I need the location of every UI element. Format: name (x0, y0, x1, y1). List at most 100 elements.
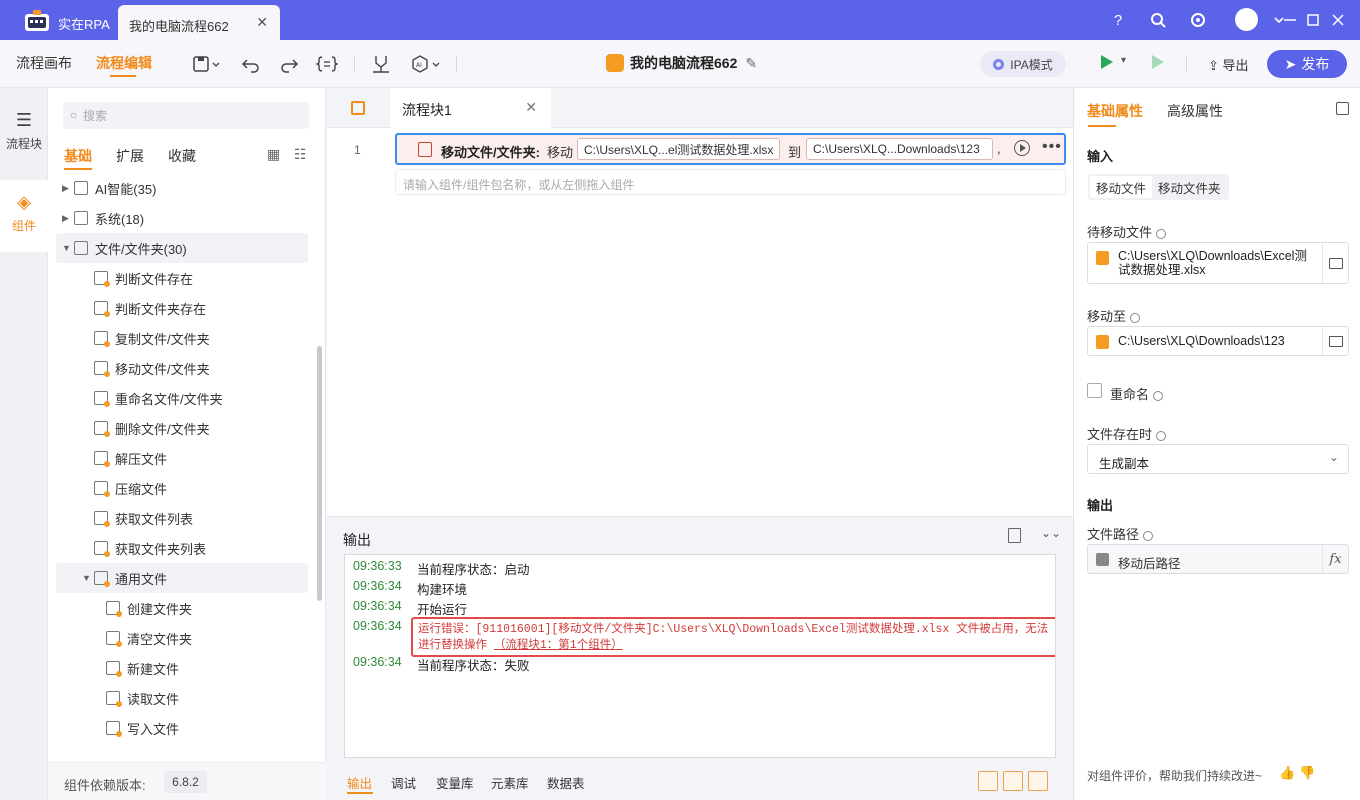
target-path-chip[interactable]: C:\Users\XLQ...Downloads\123 (806, 138, 993, 160)
tree-item[interactable]: 新建文件 (56, 653, 308, 683)
tree-item[interactable]: 解压文件 (56, 443, 308, 473)
window-close-icon[interactable] (1327, 9, 1349, 31)
edit-pencil-icon[interactable]: ✎ (745, 55, 757, 72)
tab-extend[interactable]: 扩展 (116, 146, 144, 166)
variable-icon[interactable] (316, 54, 338, 74)
tree-item[interactable]: 清空文件夹 (56, 623, 308, 653)
help-icon[interactable]: ? (1107, 9, 1129, 31)
tree-item[interactable]: ▶ AI智能(35) (56, 176, 308, 203)
tree-item[interactable]: 获取文件列表 (56, 503, 308, 533)
merge-icon[interactable] (371, 54, 391, 74)
tree-item[interactable]: 创建文件夹 (56, 593, 308, 623)
tree-item[interactable]: 移动文件/文件夹 (56, 353, 308, 383)
play-icon[interactable] (1014, 140, 1030, 156)
exists-select[interactable]: 生成副本 ⌄ (1087, 444, 1349, 474)
tree-item[interactable]: ▼ 通用文件 (56, 563, 308, 593)
scrollbar[interactable] (317, 346, 322, 601)
segment-move-folder[interactable]: 移动文件夹 (1152, 176, 1227, 198)
output-path-field[interactable]: 移动后路径 fx (1087, 544, 1349, 574)
thumbs-up-icon[interactable]: 👍 (1279, 765, 1295, 781)
flow-blocks-icon[interactable] (351, 101, 365, 115)
search-icon[interactable] (1147, 9, 1169, 31)
info-icon[interactable] (1130, 312, 1141, 323)
search-icon: ○ (70, 108, 78, 122)
tab-flow-canvas[interactable]: 流程画布 (16, 53, 72, 73)
layout-right-icon[interactable] (1028, 771, 1048, 791)
collapse-icon[interactable]: ⌄⌄ (1041, 526, 1061, 540)
formula-button[interactable]: fx (1322, 545, 1348, 573)
tab-flow-block-1[interactable]: 流程块1 ✕ (390, 88, 551, 128)
tab-basic-properties[interactable]: 基础属性 (1087, 101, 1143, 121)
rename-checkbox[interactable] (1087, 383, 1102, 398)
info-icon[interactable] (1143, 530, 1154, 541)
redo-icon[interactable] (279, 54, 299, 74)
info-icon[interactable] (1156, 228, 1167, 239)
dependency-version[interactable]: 6.8.2 (164, 771, 207, 793)
expand-arrow-icon[interactable]: ▶ (62, 183, 74, 194)
tab-debug[interactable]: 调试 (391, 773, 416, 792)
step-run-icon[interactable] (1152, 55, 1164, 69)
tab-variables[interactable]: 变量库 (436, 773, 474, 792)
ai-icon[interactable]: AI (410, 54, 442, 74)
layout-left-icon[interactable] (978, 771, 998, 791)
source-path-chip[interactable]: C:\Users\XLQ...el测试数据处理.xlsx (577, 138, 780, 160)
panel-toggle-icon[interactable] (1336, 102, 1349, 115)
component-drop-input[interactable]: 请输入组件/组件包名称，或从左侧拖入组件 (395, 169, 1066, 195)
layout-bottom-icon[interactable] (1003, 771, 1023, 791)
avatar[interactable] (1235, 8, 1258, 31)
expand-arrow-icon[interactable]: ▼ (82, 573, 94, 583)
segment-move-file[interactable]: 移动文件 (1090, 176, 1153, 198)
error-location-link[interactable]: （流程块1：第1个组件） (494, 639, 623, 652)
info-icon[interactable] (1156, 430, 1167, 441)
run-icon[interactable] (1101, 55, 1113, 69)
tree-item[interactable]: 压缩文件 (56, 473, 308, 503)
more-icon[interactable]: ••• (1042, 138, 1062, 156)
close-icon[interactable]: ✕ (525, 99, 537, 116)
undo-icon[interactable] (241, 54, 261, 74)
tab-favorites[interactable]: 收藏 (168, 146, 196, 166)
expand-arrow-icon[interactable]: ▶ (62, 213, 74, 224)
tree-item[interactable]: 复制文件/文件夹 (56, 323, 308, 353)
publish-button[interactable]: ➤ 发布 (1267, 50, 1347, 78)
thumbs-down-icon[interactable]: 👎 (1299, 765, 1315, 781)
expand-arrow-icon[interactable]: ▼ (62, 243, 74, 253)
tab-data-table[interactable]: 数据表 (547, 773, 585, 792)
ipa-mode-button[interactable]: IPA模式 (980, 51, 1066, 77)
info-icon[interactable] (1153, 390, 1164, 401)
tab-basic[interactable]: 基础 (64, 146, 92, 166)
gear-icon[interactable] (1187, 9, 1209, 31)
tree-item[interactable]: 读取文件 (56, 683, 308, 713)
source-file-field[interactable]: C:\Users\XLQ\Downloads\Excel测试数据处理.xlsx (1087, 242, 1349, 284)
document-tab[interactable]: 我的电脑流程662 ✕ (118, 5, 280, 40)
minimize-icon[interactable] (1279, 9, 1301, 31)
folder-icon[interactable] (1322, 243, 1348, 283)
tree-item[interactable]: 重命名文件/文件夹 (56, 383, 308, 413)
tree-item[interactable]: 删除文件/文件夹 (56, 413, 308, 443)
error-text-block: 运行错误：[911016001][移动文件/文件夹]C:\Users\XLQ\D… (418, 622, 1052, 654)
target-field[interactable]: C:\Users\XLQ\Downloads\123 (1087, 326, 1349, 356)
tree-item[interactable]: 判断文件存在 (56, 263, 308, 293)
close-icon[interactable]: ✕ (256, 14, 268, 31)
search-input[interactable] (83, 105, 303, 126)
tab-flow-edit[interactable]: 流程编辑 (96, 53, 152, 73)
chevron-down-icon[interactable]: ▾ (1121, 55, 1126, 66)
export-icon: ⇪ (1208, 58, 1219, 73)
step-move-file[interactable]: 移动文件/文件夹: 移动 C:\Users\XLQ...el测试数据处理.xls… (395, 133, 1066, 165)
export-button[interactable]: ⇪ 导出 (1208, 55, 1249, 74)
tab-elements[interactable]: 元素库 (491, 773, 529, 792)
maximize-icon[interactable] (1302, 9, 1324, 31)
rail-item-components[interactable]: ◈ 组件 (0, 180, 48, 252)
save-icon[interactable] (192, 54, 222, 74)
tree-item[interactable]: 判断文件夹存在 (56, 293, 308, 323)
clear-log-icon[interactable] (1008, 528, 1021, 543)
folder-icon[interactable] (1322, 327, 1348, 355)
list-view-icon[interactable]: ☷ (294, 146, 307, 163)
tab-advanced-properties[interactable]: 高级属性 (1167, 101, 1223, 121)
rail-item-flow-blocks[interactable]: ☰ 流程块 (0, 110, 48, 170)
grid-view-icon[interactable]: ▦ (267, 146, 280, 163)
tree-item[interactable]: ▼ 文件/文件夹(30) (56, 233, 308, 263)
tab-output[interactable]: 输出 (347, 773, 372, 792)
tree-item[interactable]: 获取文件夹列表 (56, 533, 308, 563)
tree-item[interactable]: 写入文件 (56, 713, 308, 743)
tree-item[interactable]: ▶ 系统(18) (56, 203, 308, 233)
